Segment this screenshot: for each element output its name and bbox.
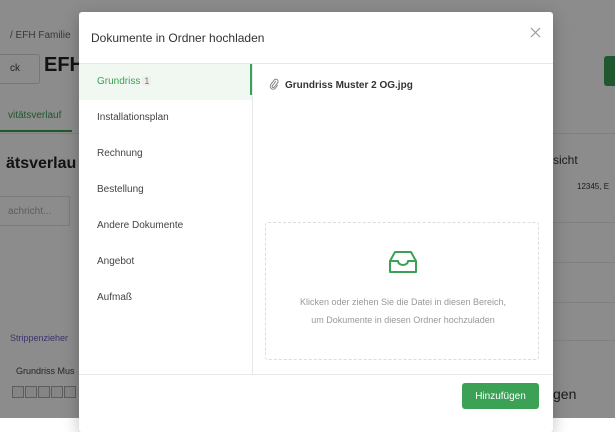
category-label: Bestellung xyxy=(97,184,144,195)
dropzone-hint: Klicken oder ziehen Sie die Datei in die… xyxy=(299,297,507,325)
close-button[interactable] xyxy=(525,22,547,44)
category-item-installationsplan[interactable]: Installationsplan xyxy=(79,100,252,136)
category-label: Angebot xyxy=(97,256,135,267)
dialog-header: Dokumente in Ordner hochladen xyxy=(79,12,553,64)
category-label: Grundriss xyxy=(97,76,141,87)
category-item-bestellung[interactable]: Bestellung xyxy=(79,172,252,208)
add-button[interactable]: Hinzufügen xyxy=(462,383,539,409)
count-badge: 1 xyxy=(142,76,152,86)
category-list: Grundriss 1 Installationsplan Rechnung Be… xyxy=(79,64,253,374)
uploaded-file[interactable]: Grundriss Muster 2 OG.jpg xyxy=(269,78,413,91)
paperclip-icon xyxy=(269,78,279,90)
category-item-angebot[interactable]: Angebot xyxy=(79,244,252,280)
category-item-andere-dokumente[interactable]: Andere Dokumente xyxy=(79,208,252,244)
category-label: Installationsplan xyxy=(97,112,169,123)
upload-dialog: Dokumente in Ordner hochladen Grundriss 1… xyxy=(79,12,553,432)
category-item-grundriss[interactable]: Grundriss 1 xyxy=(79,64,252,100)
close-icon xyxy=(530,27,541,38)
category-item-rechnung[interactable]: Rechnung xyxy=(79,136,252,172)
category-label: Andere Dokumente xyxy=(97,220,184,231)
inbox-icon xyxy=(389,251,417,273)
category-item-aufmass[interactable]: Aufmaß xyxy=(79,280,252,316)
file-name: Grundriss Muster 2 OG.jpg xyxy=(285,80,413,91)
category-label: Rechnung xyxy=(97,148,143,159)
upload-dropzone[interactable]: Klicken oder ziehen Sie die Datei in die… xyxy=(265,222,539,360)
category-label: Aufmaß xyxy=(97,292,133,303)
dialog-title: Dokumente in Ordner hochladen xyxy=(91,31,265,45)
